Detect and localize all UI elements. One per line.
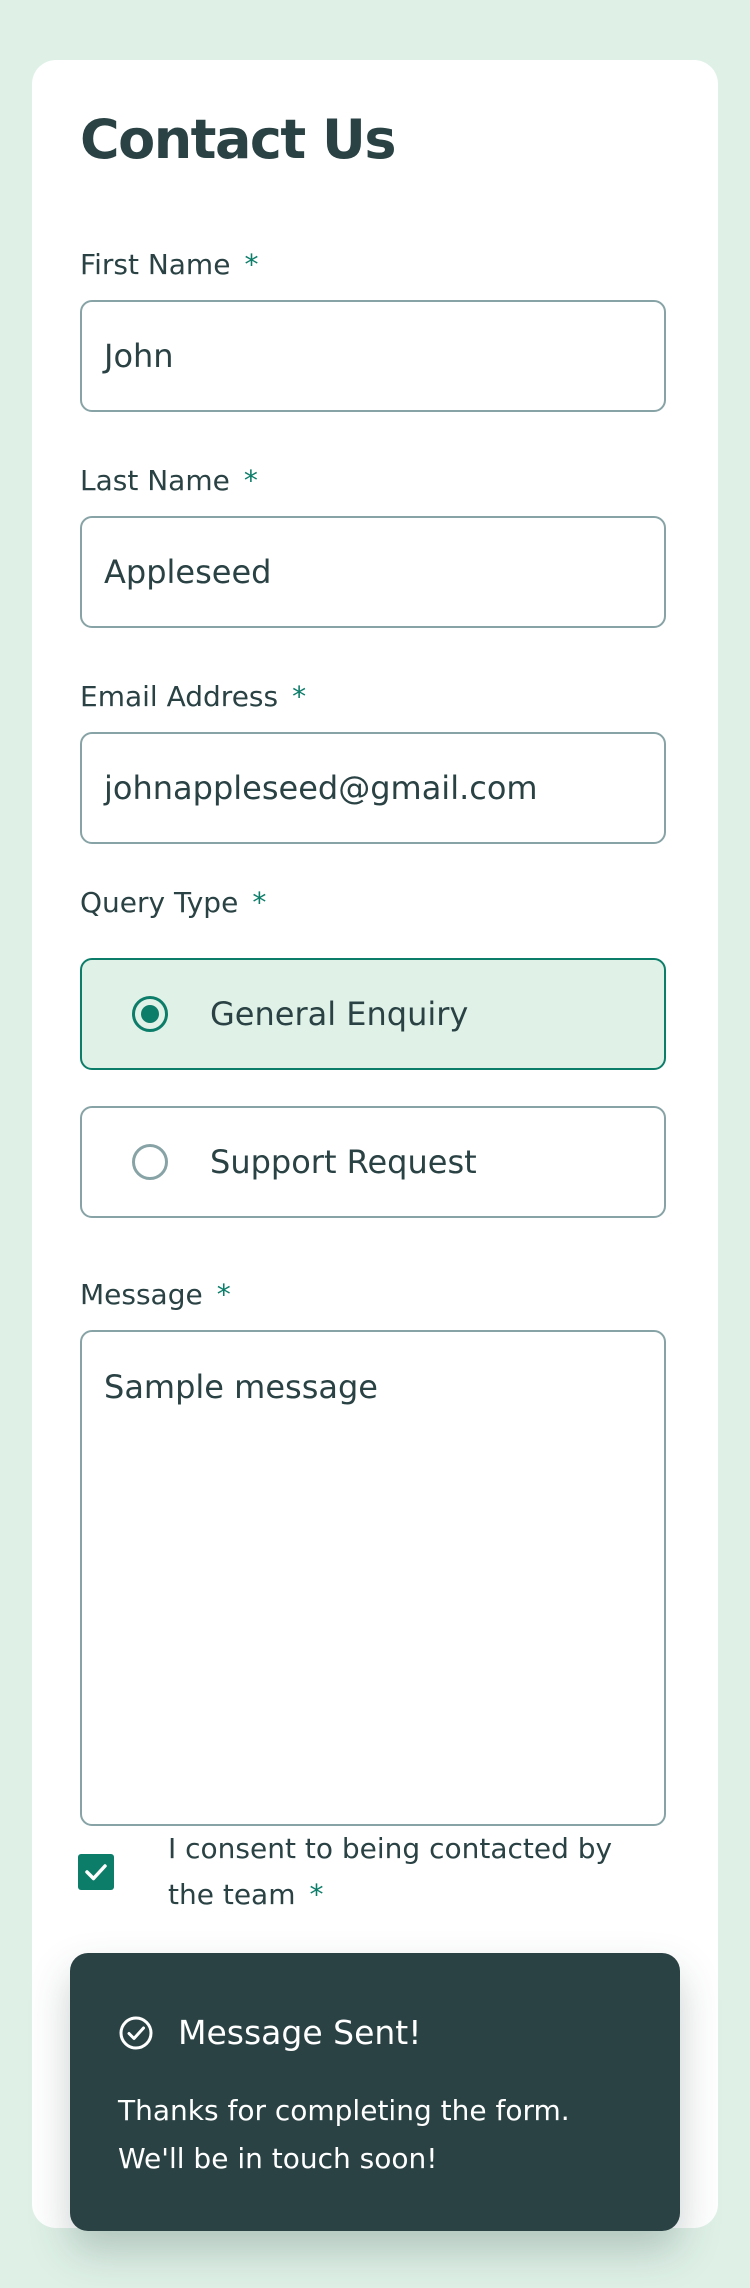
required-marker: *	[292, 680, 307, 713]
query-type-label: Query Type *	[80, 886, 266, 920]
toast-message: Thanks for completing the form. We'll be…	[118, 2094, 570, 2175]
check-circle-icon	[119, 2016, 153, 2049]
first-name-label-text: First Name	[80, 248, 231, 281]
consent-checkbox[interactable]	[78, 1854, 114, 1890]
radio-option-general-enquiry[interactable]: General Enquiry	[80, 958, 666, 1070]
page-title: Contact Us	[80, 108, 397, 171]
first-name-field[interactable]: John	[80, 300, 666, 412]
radio-dot	[141, 1005, 159, 1023]
first-name-value: John	[104, 337, 174, 375]
required-marker: *	[216, 1278, 231, 1311]
consent-label-text: I consent to being contacted by the team	[168, 1832, 613, 1911]
query-type-label-text: Query Type	[80, 886, 239, 919]
message-label: Message *	[80, 1278, 231, 1312]
first-name-label: First Name *	[80, 248, 258, 282]
required-marker: *	[309, 1878, 324, 1911]
required-marker: *	[244, 248, 259, 281]
email-label-text: Email Address	[80, 680, 279, 713]
message-label-text: Message	[80, 1278, 203, 1311]
email-label: Email Address *	[80, 680, 306, 714]
radio-label-general-enquiry: General Enquiry	[210, 995, 469, 1033]
success-toast: Message Sent! Thanks for completing the …	[70, 1953, 680, 2231]
last-name-label-text: Last Name	[80, 464, 230, 497]
toast-title: Message Sent!	[178, 2013, 422, 2052]
consent-label: I consent to being contacted by the team…	[168, 1826, 638, 1918]
email-value: johnappleseed@gmail.com	[104, 769, 538, 807]
radio-button-selected[interactable]	[132, 996, 168, 1032]
message-value: Sample message	[104, 1368, 378, 1406]
toast-header: Message Sent!	[118, 2013, 421, 2052]
last-name-value: Appleseed	[104, 553, 272, 591]
checkmark-icon	[85, 1864, 107, 1881]
required-marker: *	[252, 886, 267, 919]
email-field[interactable]: johnappleseed@gmail.com	[80, 732, 666, 844]
last-name-field[interactable]: Appleseed	[80, 516, 666, 628]
message-textarea[interactable]: Sample message	[80, 1330, 666, 1826]
radio-option-support-request[interactable]: Support Request	[80, 1106, 666, 1218]
radio-label-support-request: Support Request	[210, 1143, 477, 1181]
radio-button-unselected[interactable]	[132, 1144, 168, 1180]
required-marker: *	[243, 464, 258, 497]
last-name-label: Last Name *	[80, 464, 258, 498]
